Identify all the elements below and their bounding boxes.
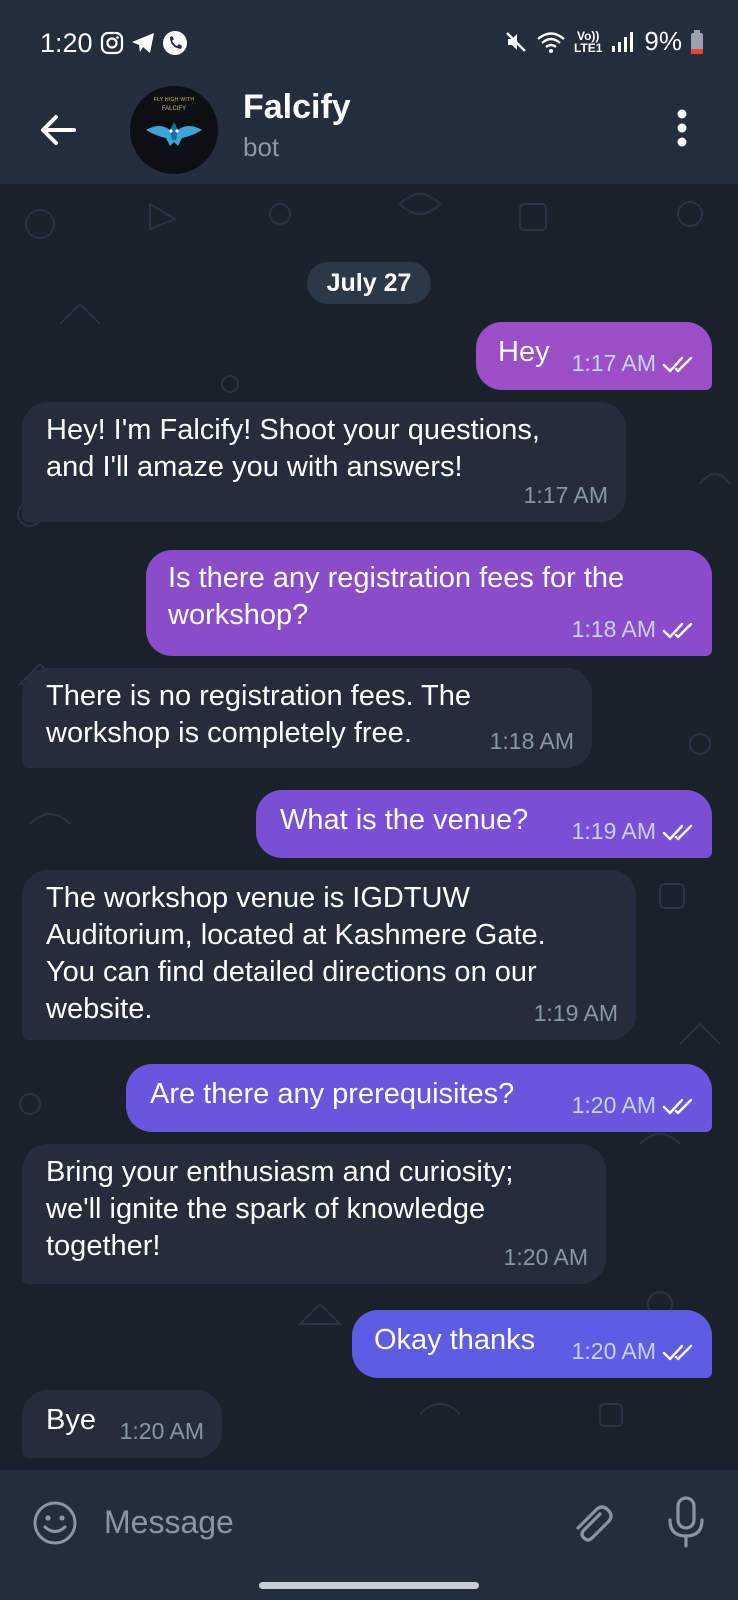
message-text: Okay thanks	[374, 1324, 536, 1356]
date-separator: July 27	[307, 262, 431, 304]
message-text: Are there any prerequisites?	[150, 1078, 515, 1110]
double-check-icon	[662, 1344, 693, 1360]
notification-icons	[100, 30, 188, 56]
outgoing-message[interactable]: What is the venue? 1:19 AM	[256, 790, 712, 858]
outgoing-message[interactable]: Is there any registration fees for the w…	[146, 550, 712, 656]
message-time: 1:19 AM	[533, 1000, 618, 1026]
message-text-line: You can find detailed directions on our	[46, 956, 537, 988]
incoming-message[interactable]: Hey! I'm Falcify! Shoot your questions, …	[22, 402, 626, 522]
message-meta: 1:17 AM	[524, 477, 608, 514]
telegram-icon	[132, 33, 154, 53]
wifi-icon	[537, 31, 565, 53]
message-text: Bye	[46, 1404, 96, 1436]
outgoing-message[interactable]: Hey 1:17 AM	[476, 322, 712, 390]
incoming-message[interactable]: Bye 1:20 AM	[22, 1390, 222, 1458]
message-input[interactable]: Message	[104, 1504, 234, 1541]
instagram-icon	[100, 31, 124, 55]
message-time: 1:18 AM	[571, 616, 656, 642]
outgoing-message[interactable]: Okay thanks 1:20 AM	[352, 1310, 712, 1378]
chat-subtitle: bot	[243, 132, 280, 162]
message-text-line: The workshop venue is IGDTUW	[46, 882, 470, 914]
incoming-message[interactable]: There is no registration fees. The works…	[22, 668, 592, 768]
falcon-logo-icon	[146, 122, 202, 146]
phone-icon	[163, 31, 187, 55]
message-meta: 1:20 AM	[572, 1087, 694, 1124]
incoming-message[interactable]: Bring your enthusiasm and curiosity; we'…	[22, 1144, 606, 1284]
message-text-line: Bring your enthusiasm and curiosity;	[46, 1156, 514, 1188]
status-time: 1:20	[40, 28, 93, 58]
double-check-icon	[662, 622, 693, 638]
double-check-icon	[662, 356, 693, 372]
message-text-line: workshop?	[168, 599, 309, 631]
message-text-line: website.	[46, 993, 153, 1025]
message-text-line: we'll ignite the spark of knowledge	[46, 1193, 486, 1225]
more-options-icon[interactable]	[672, 106, 692, 150]
message-meta: 1:20 AM	[120, 1413, 204, 1450]
message-time: 1:19 AM	[571, 818, 656, 844]
message-time: 1:20 AM	[571, 1338, 656, 1364]
message-meta: 1:20 AM	[504, 1239, 588, 1276]
message-time: 1:18 AM	[489, 728, 574, 754]
message-text-line: Hey! I'm Falcify! Shoot your questions,	[46, 414, 540, 446]
double-check-icon	[662, 1098, 693, 1114]
message-text-line: together!	[46, 1230, 161, 1262]
message-time: 1:17 AM	[523, 482, 608, 508]
message-text-line: Auditorium, located at Kashmere Gate.	[46, 919, 546, 951]
message-text-line: and I'll amaze you with answers!	[46, 451, 463, 483]
message-text-line: There is no registration fees. The	[46, 680, 472, 712]
chat-area[interactable]: July 27 Hey 1:17 AM Hey! I'm Falcify! Sh…	[0, 184, 738, 1470]
message-input-bar: Message	[0, 1470, 738, 1570]
chat-title[interactable]: Falcify	[243, 88, 351, 127]
status-right: Vo)) LTE1 9%	[504, 26, 704, 57]
outgoing-message[interactable]: Are there any prerequisites? 1:20 AM	[126, 1064, 712, 1132]
message-meta: 1:18 AM	[572, 611, 694, 648]
home-gesture-handle[interactable]	[259, 1582, 479, 1589]
battery-icon	[691, 29, 703, 54]
message-time: 1:20 AM	[571, 1092, 656, 1118]
message-text-line: Is there any registration fees for the	[168, 562, 625, 594]
signal-icon	[612, 31, 634, 52]
back-arrow-icon[interactable]	[36, 108, 80, 152]
message-time: 1:17 AM	[571, 350, 656, 376]
status-bar: 1:20 Vo)) LTE1 9%	[0, 0, 738, 86]
battery-percent: 9%	[644, 26, 682, 56]
message-meta: 1:18 AM	[490, 723, 574, 760]
message-time: 1:20 AM	[503, 1244, 588, 1270]
emoji-icon[interactable]	[30, 1498, 80, 1548]
message-meta: 1:20 AM	[572, 1333, 694, 1370]
message-text: Hey	[498, 336, 550, 368]
message-text-line: workshop is completely free.	[46, 717, 412, 749]
double-check-icon	[662, 824, 693, 840]
message-meta: 1:19 AM	[572, 813, 694, 850]
microphone-icon[interactable]	[664, 1494, 708, 1550]
paperclip-icon[interactable]	[566, 1498, 616, 1548]
incoming-message[interactable]: The workshop venue is IGDTUW Auditorium,…	[22, 870, 636, 1040]
bot-avatar[interactable]: FLY HIGH WITH FALCIFY	[130, 86, 218, 174]
message-time: 1:20 AM	[119, 1418, 204, 1444]
network-type: Vo)) LTE1	[573, 28, 603, 55]
system-nav-bar	[0, 1570, 738, 1600]
mute-icon	[506, 31, 526, 52]
chat-header: FLY HIGH WITH FALCIFY Falcify bot	[0, 86, 738, 184]
message-meta: 1:17 AM	[572, 345, 694, 382]
message-meta: 1:19 AM	[534, 995, 618, 1032]
message-text: What is the venue?	[280, 804, 529, 836]
